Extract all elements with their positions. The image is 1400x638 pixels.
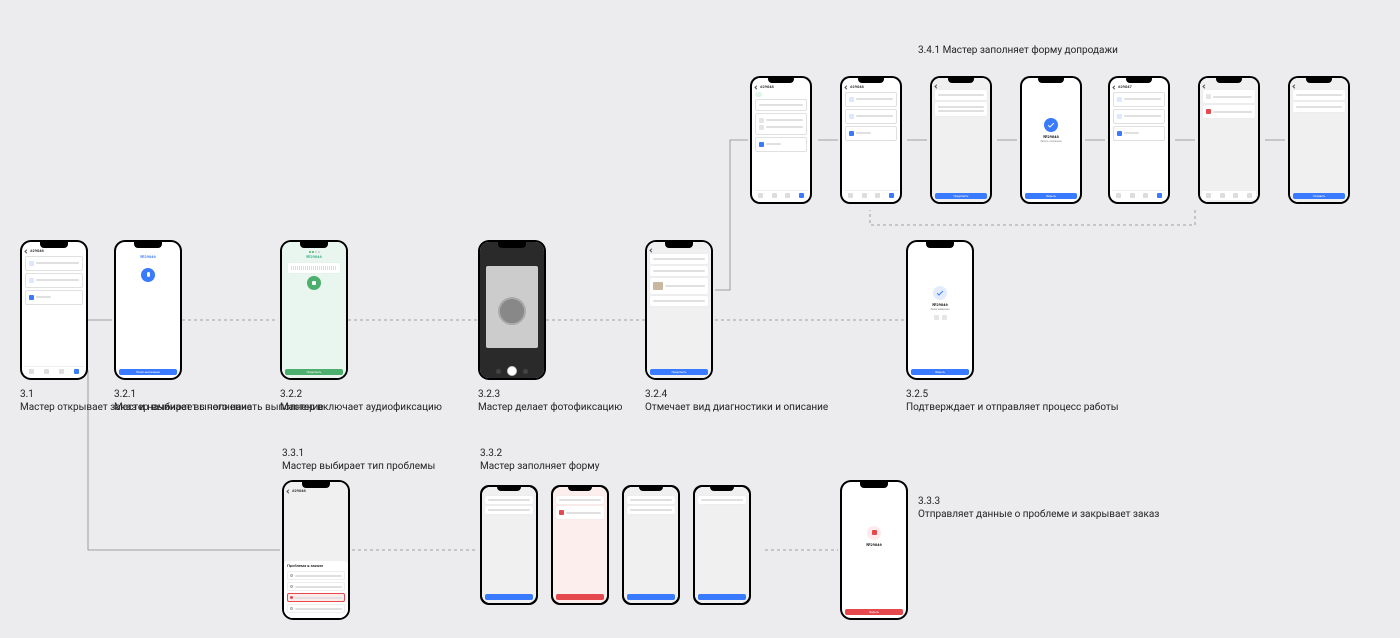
continue-button[interactable]: Продолжить bbox=[285, 369, 343, 375]
record-icon[interactable] bbox=[307, 276, 321, 290]
continue-button[interactable]: Продолжить bbox=[935, 193, 987, 199]
phone-324: Продолжить bbox=[645, 240, 713, 380]
label-324: 3.2.4Отмечает вид диагностики и описание bbox=[645, 388, 828, 414]
flip-camera-icon[interactable] bbox=[523, 369, 528, 374]
phone-325: №29046 Заказ завершен Закрыть bbox=[906, 240, 974, 380]
phone-31: #29046 bbox=[20, 240, 88, 380]
submit-button[interactable] bbox=[485, 594, 533, 600]
order-title: #29047 bbox=[1118, 85, 1132, 90]
problem-option-selected[interactable] bbox=[287, 593, 345, 602]
phone-341-a: #29048 · bbox=[750, 76, 812, 204]
phone-331: #29046 Проблема в заказе bbox=[282, 480, 350, 620]
label-341: 3.4.1 Мастер заполняет форму допродажи bbox=[918, 44, 1118, 57]
phone-341-d: #29047 bbox=[1108, 76, 1170, 204]
problem-option[interactable] bbox=[287, 582, 345, 591]
phone-332-a bbox=[480, 485, 538, 605]
phone-332-d bbox=[693, 485, 751, 605]
submit-button[interactable] bbox=[627, 594, 675, 600]
confirm-icon bbox=[1044, 118, 1058, 132]
submit-button[interactable] bbox=[698, 594, 746, 600]
phone-341-c: ··· Продолжить bbox=[930, 76, 992, 204]
camera-viewfinder bbox=[486, 266, 537, 348]
success-icon bbox=[933, 286, 947, 300]
status-pill: · bbox=[755, 92, 762, 97]
tabbar[interactable] bbox=[24, 366, 84, 376]
order-num-green: №29046 bbox=[285, 255, 343, 260]
phone-321: №29046 ··· Начать выполнение bbox=[114, 240, 182, 380]
send-button[interactable]: Отправить bbox=[1293, 193, 1345, 199]
close-button[interactable]: Закрыть bbox=[845, 609, 903, 615]
continue-button[interactable]: Продолжить bbox=[650, 369, 708, 375]
order-num-blue: №29046 bbox=[119, 255, 177, 260]
label-323: 3.2.3Мастер делает фотофиксацию bbox=[478, 388, 622, 414]
phone-323 bbox=[478, 240, 546, 380]
order-title: #29046 bbox=[30, 249, 44, 254]
phone-341-b: #29048 bbox=[840, 76, 902, 204]
order-title: #29048 bbox=[850, 85, 864, 90]
mic-icon[interactable] bbox=[141, 268, 155, 282]
phone-322: №29046 Продолжить bbox=[280, 240, 348, 380]
shutter-button[interactable] bbox=[507, 366, 517, 376]
label-333: 3.3.3Отправляет данные о проблеме и закр… bbox=[918, 495, 1159, 521]
problem-option[interactable] bbox=[287, 604, 345, 613]
status-text: Запись сохранена bbox=[1022, 140, 1080, 143]
sheet-title: Проблема в заказе bbox=[287, 564, 345, 569]
phone-341-confirm: №29048 Запись сохранена Закрыть bbox=[1020, 76, 1082, 204]
close-button[interactable]: Закрыть bbox=[1025, 193, 1077, 199]
gallery-icon[interactable] bbox=[496, 369, 501, 374]
phone-333: №29046 ··· Закрыть bbox=[840, 480, 908, 620]
label-322: 3.2.2Мастер включает аудиофиксацию bbox=[280, 388, 442, 414]
close-button[interactable]: Закрыть bbox=[911, 369, 969, 375]
phone-332-b bbox=[551, 485, 609, 605]
start-button[interactable]: Начать выполнение bbox=[119, 369, 177, 375]
error-icon bbox=[867, 526, 881, 540]
phone-332-c bbox=[622, 485, 680, 605]
label-325: 3.2.5Подтверждает и отправляет процесс р… bbox=[906, 388, 1119, 414]
problem-option[interactable] bbox=[287, 571, 345, 580]
status-text: Заказ завершен bbox=[908, 308, 972, 311]
phone-341-f: Отправить bbox=[1288, 76, 1350, 204]
order-title: #29048 bbox=[760, 85, 774, 90]
submit-button[interactable] bbox=[556, 594, 604, 600]
label-331: 3.3.1Мастер выбирает тип проблемы bbox=[282, 447, 435, 473]
order-title: #29046 bbox=[292, 489, 306, 494]
photo-thumbnail bbox=[653, 282, 663, 290]
phone-341-e bbox=[1198, 76, 1260, 204]
label-332: 3.3.2Мастер заполняет форму bbox=[480, 447, 599, 473]
